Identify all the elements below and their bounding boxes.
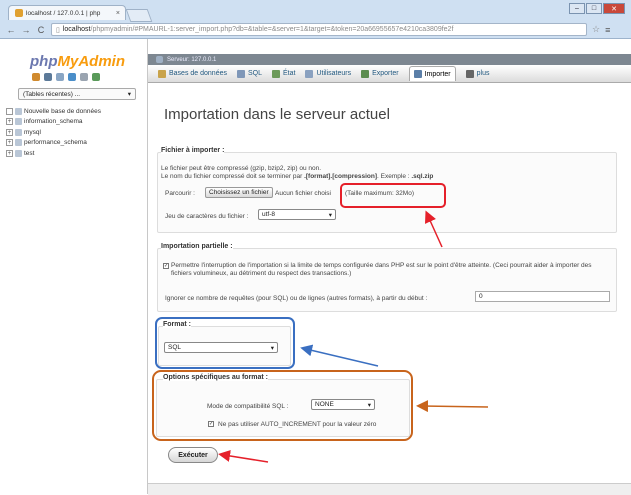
- annotation-arrows: [218, 210, 489, 463]
- blue-arrow-format: [300, 344, 379, 367]
- orange-arrow-options: [416, 400, 489, 413]
- red-arrow-execute: [218, 450, 269, 463]
- red-arrow-max-size: [425, 210, 443, 248]
